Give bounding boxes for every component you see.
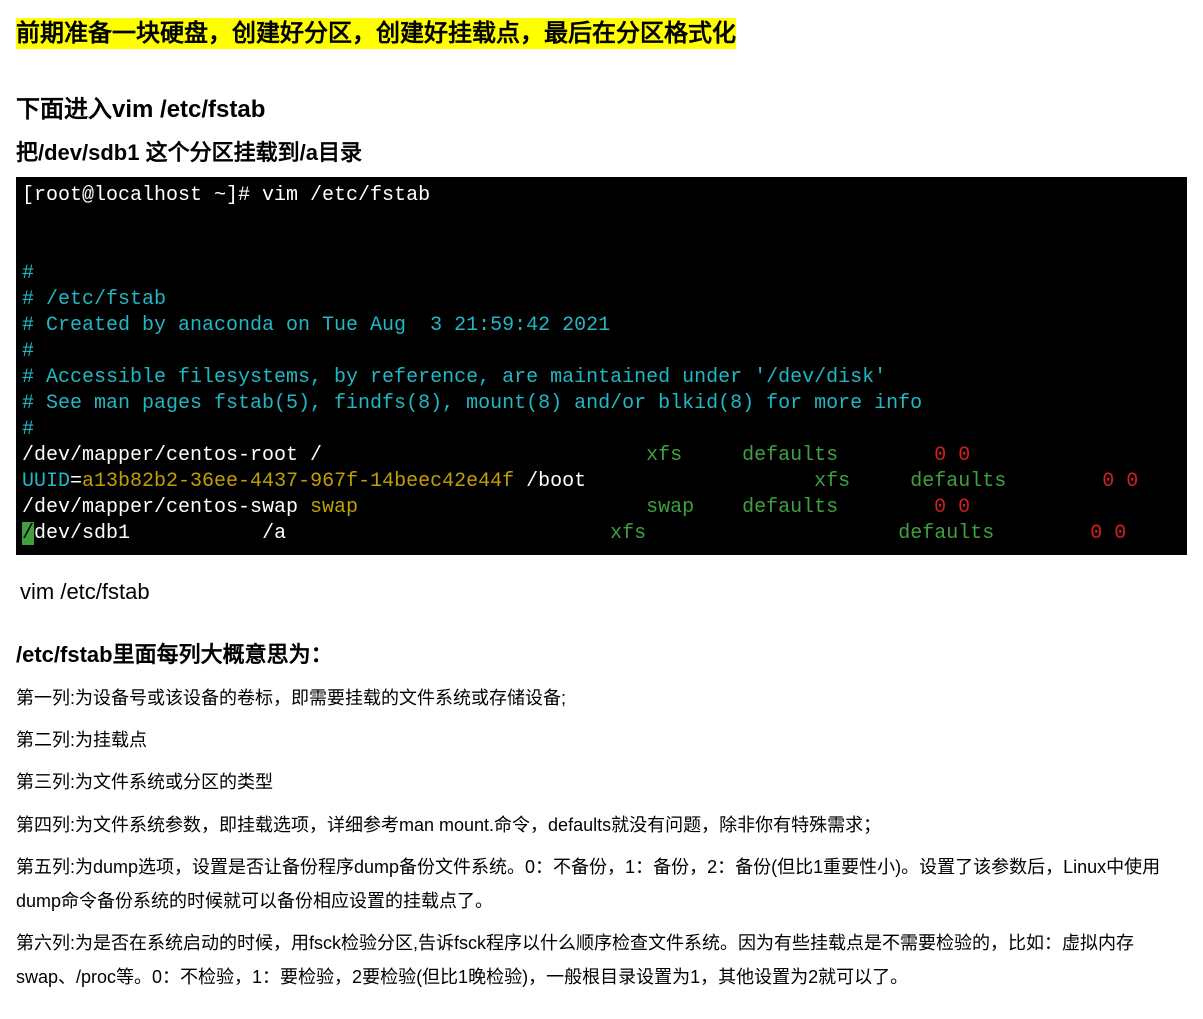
fstab-row1-nums: 0 0: [934, 444, 970, 467]
fstab-row4-fs: xfs: [610, 522, 646, 545]
fstab-row1-fs: xfs: [646, 444, 682, 467]
highlight-banner: 前期准备一块硬盘，创建好分区，创建好挂载点，最后在分区格式化: [16, 16, 1187, 52]
col-desc-4: 第四列:为文件系统参数，即挂载选项，详细参考man mount.命令，defau…: [16, 808, 1187, 842]
col-desc-6: 第六列:为是否在系统启动的时候，用fsck检验分区,告诉fsck程序以什么顺序检…: [16, 926, 1187, 994]
fstab-row2-fs: xfs: [814, 470, 850, 493]
fstab-comment: # See man pages fstab(5), findfs(8), mou…: [22, 392, 922, 415]
fstab-comment: # /etc/fstab: [22, 288, 166, 311]
col-desc-5: 第五列:为dump选项，设置是否让备份程序dump备份文件系统。0：不备份，1：…: [16, 850, 1187, 918]
fstab-row1-dev: /dev/mapper/centos-root /: [22, 444, 322, 467]
fstab-comment: #: [22, 418, 34, 441]
terminal-output: [root@localhost ~]# vim /etc/fstab # # /…: [16, 177, 1187, 555]
fstab-row2-opts: defaults: [910, 470, 1006, 493]
fstab-comment: #: [22, 340, 34, 363]
fstab-row4-dev: dev/sdb1: [34, 522, 130, 545]
fstab-comment: # Created by anaconda on Tue Aug 3 21:59…: [22, 314, 610, 337]
heading-vim-fstab: 下面进入vim /etc/fstab: [16, 92, 1187, 128]
cursor: /: [22, 522, 34, 545]
col-desc-1: 第一列:为设备号或该设备的卷标，即需要挂载的文件系统或存储设备;: [16, 681, 1187, 715]
fstab-row2-uuid-label: UUID: [22, 470, 70, 493]
col-desc-3: 第三列:为文件系统或分区的类型: [16, 765, 1187, 799]
fstab-row4-opts: defaults: [898, 522, 994, 545]
heading-mount-desc: 把/dev/sdb1 这个分区挂载到/a目录: [16, 136, 1187, 169]
fstab-row2-nums: 0 0: [1102, 470, 1138, 493]
fstab-row2-eq: =: [70, 470, 82, 493]
fstab-row3-nums: 0 0: [934, 496, 970, 519]
fstab-comment: #: [22, 262, 34, 285]
fstab-row3-fs: swap: [646, 496, 694, 519]
fstab-row1-opts: defaults: [742, 444, 838, 467]
fstab-row4-mount: /a: [262, 522, 286, 545]
columns-heading: /etc/fstab里面每列大概意思为：: [16, 638, 1187, 671]
fstab-row3-dev: /dev/mapper/centos-swap: [22, 496, 310, 519]
plain-command: vim /etc/fstab: [20, 575, 1187, 608]
highlight-text: 前期准备一块硬盘，创建好分区，创建好挂载点，最后在分区格式化: [16, 18, 736, 49]
fstab-row2-uuid: a13b82b2-36ee-4437-967f-14beec42e44f: [82, 470, 514, 493]
terminal-prompt: [root@localhost ~]# vim /etc/fstab: [22, 184, 430, 207]
fstab-comment: # Accessible filesystems, by reference, …: [22, 366, 886, 389]
fstab-row3-opts: defaults: [742, 496, 838, 519]
fstab-row3-swap: swap: [310, 496, 358, 519]
fstab-row4-nums: 0 0: [1090, 522, 1126, 545]
fstab-row2-mount: /boot: [514, 470, 586, 493]
col-desc-2: 第二列:为挂载点: [16, 723, 1187, 757]
